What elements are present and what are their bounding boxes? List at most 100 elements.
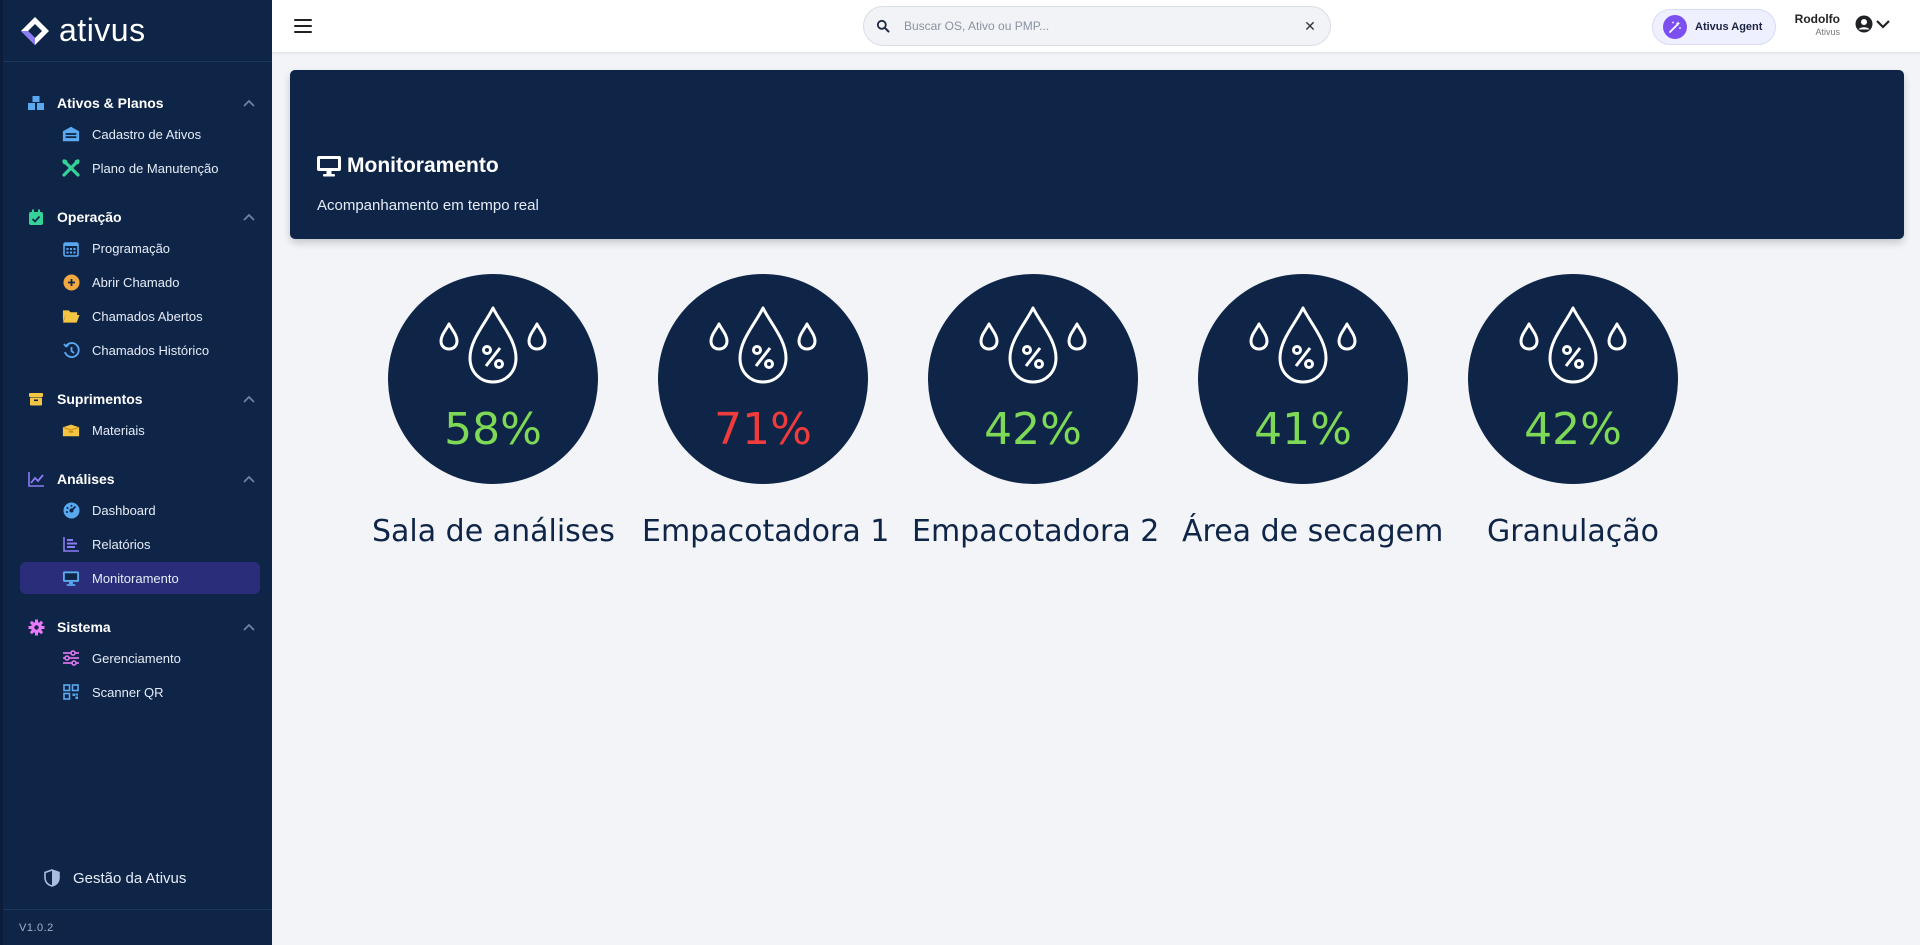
gauge-label: Sala de análises <box>372 514 615 549</box>
sidebar-item-plano-de-manutencao[interactable]: Plano de Manutenção <box>20 152 260 184</box>
chevron-up-icon[interactable] <box>242 392 256 406</box>
gauge-value: 42% <box>1524 404 1622 455</box>
sidebar-item-label: Abrir Chamado <box>92 274 180 290</box>
sidebar-item-monitoramento[interactable]: Monitoramento <box>20 562 260 594</box>
sidebar-item-gerenciamento[interactable]: Gerenciamento <box>20 642 260 674</box>
sidebar-item-chamados-historico[interactable]: Chamados Histórico <box>20 334 260 366</box>
section-sistema[interactable]: Sistema <box>3 612 272 642</box>
sidebar-item-label: Materiais <box>92 422 145 438</box>
sidebar-item-programacao[interactable]: Programação <box>20 232 260 264</box>
page-title-text: Monitoramento <box>347 154 499 177</box>
sidebar-item-label: Gerenciamento <box>92 650 181 666</box>
line-chart-icon <box>27 470 45 488</box>
user-name: Rodolfo <box>1794 12 1840 26</box>
bar-chart-icon <box>62 535 80 553</box>
app-name: ativus <box>59 12 146 48</box>
sidebar-item-label: Plano de Manutenção <box>92 160 219 176</box>
sidebar-item-abrir-chamado[interactable]: Abrir Chamado <box>20 266 260 298</box>
gauge-area-de-secagem[interactable]: 41% Área de secagem <box>1182 274 1444 549</box>
folder-open-icon <box>62 307 80 325</box>
user-info: Rodolfo Ativus <box>1792 12 1840 37</box>
gauge-granulacao[interactable]: 42% Granulação <box>1452 274 1694 549</box>
section-operacao[interactable]: Operação <box>3 202 272 232</box>
sidebar-footer-label: Gestão da Ativus <box>73 869 187 887</box>
sidebar-item-materiais[interactable]: Materiais <box>20 414 260 446</box>
gauge-circle: 58% <box>388 274 598 484</box>
user-org: Ativus <box>1815 27 1840 37</box>
gauge-circle: 42% <box>928 274 1138 484</box>
page-banner: Monitoramento Acompanhamento em tempo re… <box>290 70 1904 239</box>
chevron-up-icon[interactable] <box>242 96 256 110</box>
qrcode-icon <box>62 683 80 701</box>
search-icon <box>876 19 890 33</box>
section-title: Suprimentos <box>57 391 143 407</box>
page-title: Monitoramento <box>316 154 499 178</box>
gauge-label: Área de secagem <box>1182 514 1444 549</box>
sidebar-item-label: Relatórios <box>92 536 151 552</box>
ativus-agent-button[interactable]: Ativus Agent <box>1652 9 1776 45</box>
section-title: Operação <box>57 209 122 225</box>
gauge-label: Empacotadora 1 <box>642 514 890 549</box>
shield-icon <box>44 869 60 887</box>
app-logo[interactable]: ativus <box>3 0 272 62</box>
gauge-circle: 71% <box>658 274 868 484</box>
sidebar: ativus Ativos & Planos Cadastro de Ativo… <box>0 0 272 945</box>
section-ativos-planos[interactable]: Ativos & Planos <box>3 88 272 118</box>
sidebar-item-label: Dashboard <box>92 502 156 518</box>
gauge-label: Granulação <box>1487 514 1659 549</box>
humidity-drops-icon <box>979 306 1087 384</box>
sidebar-item-relatorios[interactable]: Relatórios <box>20 528 260 560</box>
page-subtitle: Acompanhamento em tempo real <box>317 197 539 214</box>
gauge-empacotadora-2[interactable]: 42% Empacotadora 2 <box>912 274 1160 549</box>
sidebar-item-label: Monitoramento <box>92 570 179 586</box>
hamburger-menu-button[interactable] <box>292 15 314 37</box>
boxes-open-icon <box>62 421 80 439</box>
clear-search-button[interactable]: ✕ <box>1300 16 1320 36</box>
gauge-circle: 42% <box>1468 274 1678 484</box>
sidebar-item-gestao-da-ativus[interactable]: Gestão da Ativus <box>3 869 272 887</box>
top-header: ✕ Ativus Agent Rodolfo Ativus <box>272 0 1920 53</box>
monitor-icon <box>62 569 80 587</box>
ativus-agent-label: Ativus Agent <box>1695 21 1763 33</box>
section-suprimentos[interactable]: Suprimentos <box>3 384 272 414</box>
version-label: V1.0.2 <box>3 909 272 945</box>
monitor-icon <box>317 156 341 177</box>
chevron-down-icon <box>1876 20 1890 29</box>
sidebar-item-label: Chamados Abertos <box>92 308 203 324</box>
sidebar-item-scanner-qr[interactable]: Scanner QR <box>20 676 260 708</box>
humidity-drops-icon <box>1519 306 1627 384</box>
user-menu-button[interactable] <box>1855 15 1891 33</box>
history-icon <box>62 341 80 359</box>
chevron-up-icon[interactable] <box>242 472 256 486</box>
ativus-logo-icon <box>21 16 49 45</box>
sidebar-item-chamados-abertos[interactable]: Chamados Abertos <box>20 300 260 332</box>
gauge-sala-de-analises[interactable]: 58% Sala de análises <box>372 274 615 549</box>
humidity-drops-icon <box>1249 306 1357 384</box>
gear-icon <box>27 618 45 636</box>
humidity-drops-icon <box>439 306 547 384</box>
sidebar-item-label: Programação <box>92 240 171 256</box>
search-bar: ✕ <box>863 6 1331 46</box>
sidebar-item-label: Cadastro de Ativos <box>92 126 202 142</box>
sidebar-item-label: Chamados Histórico <box>92 342 210 358</box>
section-analises[interactable]: Análises <box>3 464 272 494</box>
chevron-up-icon[interactable] <box>242 210 256 224</box>
sliders-icon <box>62 649 80 667</box>
search-input[interactable] <box>904 19 1300 33</box>
box-icon <box>27 390 45 408</box>
gauge-value: 42% <box>984 404 1082 455</box>
gauge-label: Empacotadora 2 <box>912 514 1160 549</box>
sidebar-item-cadastro-de-ativos[interactable]: Cadastro de Ativos <box>20 118 260 150</box>
gauge-circle: 41% <box>1198 274 1408 484</box>
warehouse-icon <box>62 125 80 143</box>
gauge-empacotadora-1[interactable]: 71% Empacotadora 1 <box>642 274 890 549</box>
sidebar-item-label: Scanner QR <box>92 684 164 700</box>
section-title: Análises <box>57 471 115 487</box>
sidebar-item-dashboard[interactable]: Dashboard <box>20 494 260 526</box>
gauge-value: 41% <box>1254 404 1352 455</box>
chevron-up-icon[interactable] <box>242 620 256 634</box>
section-title: Sistema <box>57 619 111 635</box>
gauge-icon <box>62 501 80 519</box>
boxes-icon <box>27 94 45 112</box>
sidebar-nav: Ativos & Planos Cadastro de Ativos Plano… <box>3 62 272 708</box>
